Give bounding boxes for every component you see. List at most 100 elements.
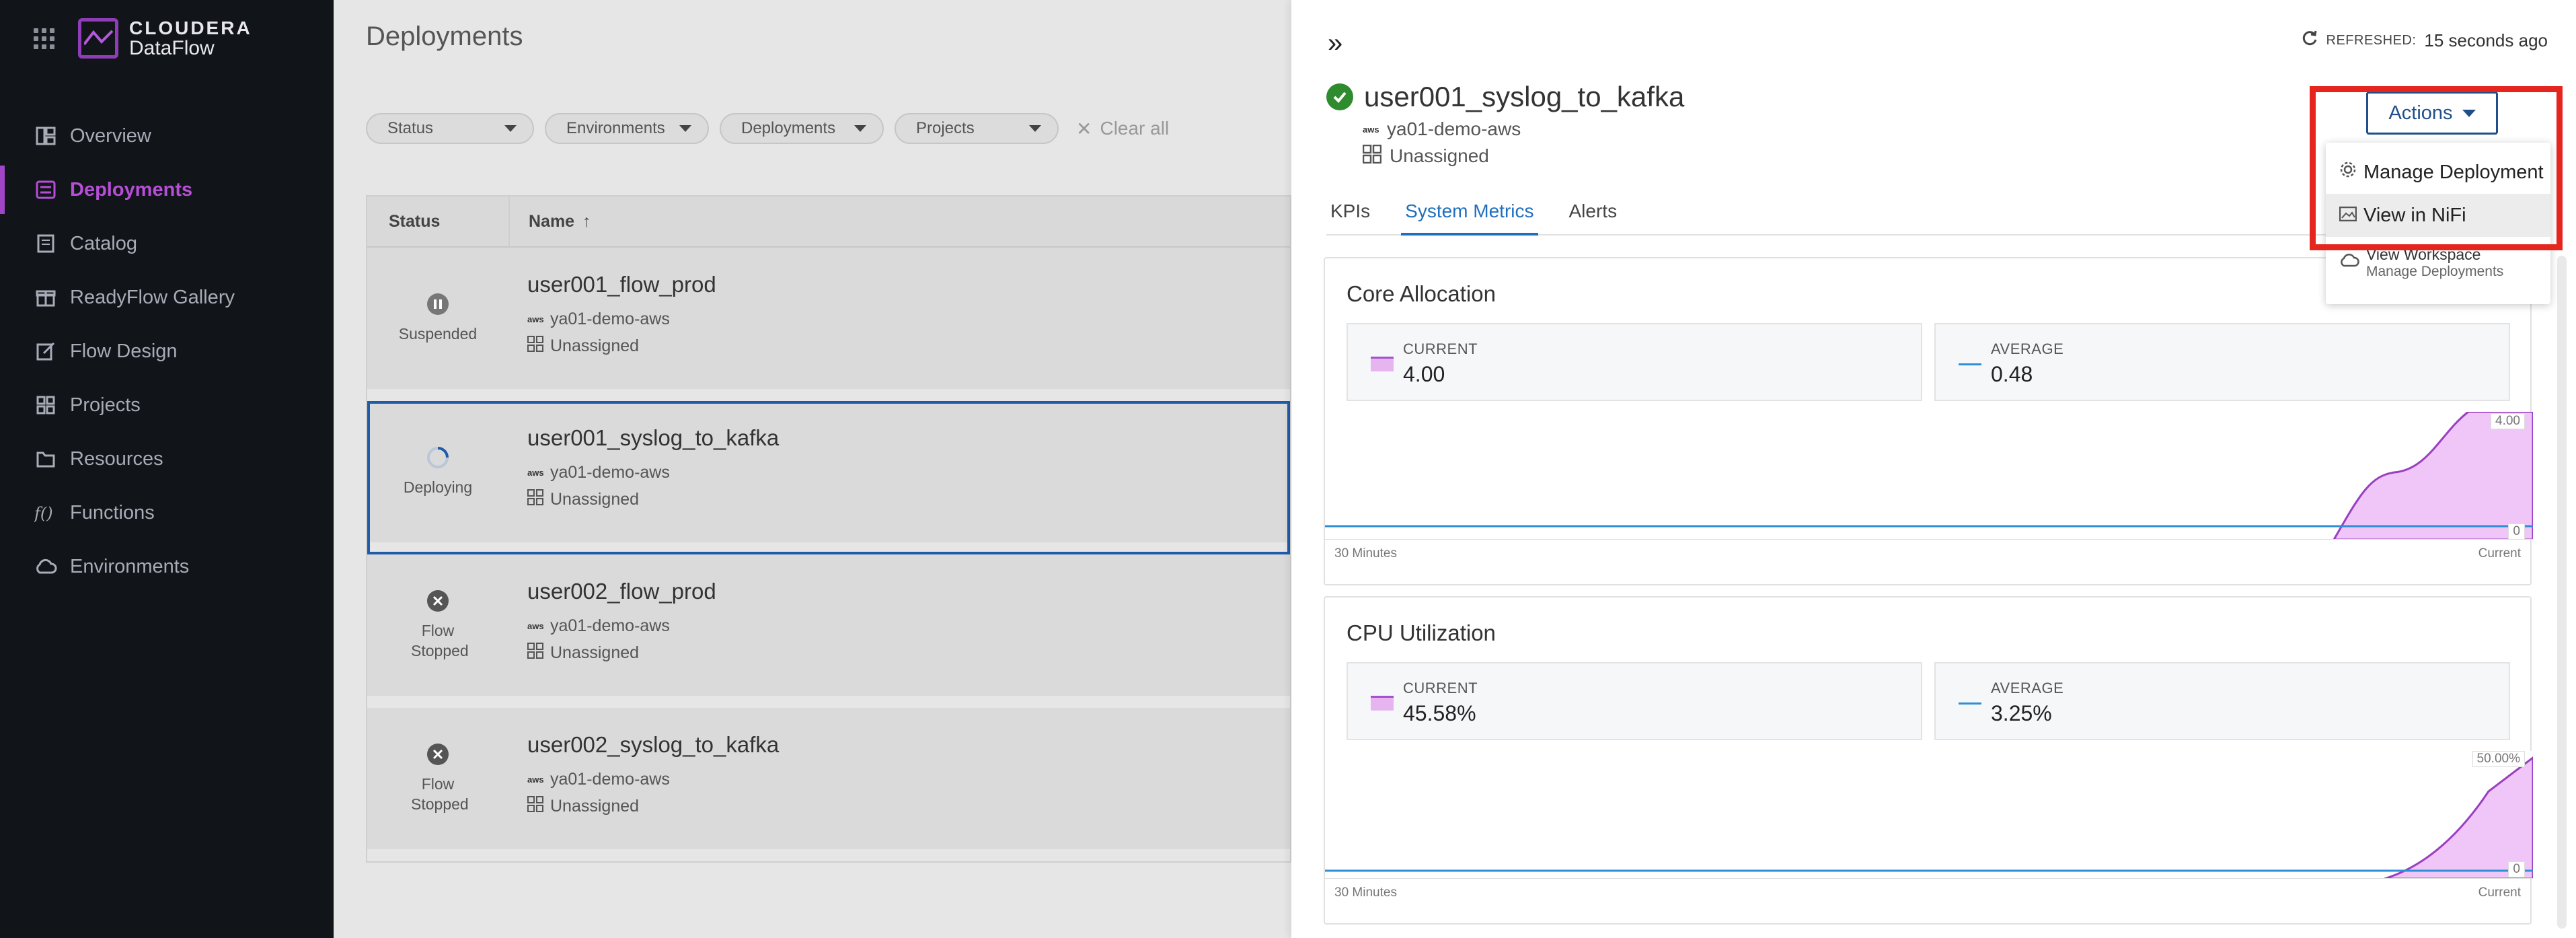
status-text: Flow Stopped	[411, 775, 469, 813]
highlight-annotation	[2310, 86, 2563, 250]
stat-value: 4.00	[1403, 362, 1445, 386]
chart-max-label: 50.00%	[2472, 751, 2525, 767]
refresh-icon[interactable]	[2301, 30, 2318, 52]
deployments-table: Status Name ↑ Suspended user001_flow_prod…	[366, 195, 1291, 863]
resources-icon	[34, 447, 58, 471]
svg-text:f(): f()	[34, 504, 53, 523]
column-header-name[interactable]: Name ↑	[508, 196, 591, 246]
sidebar-item-label: Functions	[70, 501, 155, 524]
filter-deployments[interactable]: Deployments	[720, 113, 884, 144]
sidebar-item-projects[interactable]: Projects	[0, 378, 334, 432]
project-icon	[527, 795, 543, 817]
aws-icon: aws	[527, 314, 544, 324]
sidebar-item-label: Catalog	[70, 232, 137, 254]
sidebar-item-overview[interactable]: Overview	[0, 109, 334, 163]
project-icon	[527, 642, 543, 663]
stat-value: 0.48	[1991, 362, 2033, 386]
filter-label: Status	[387, 119, 434, 137]
status-text: Flow Stopped	[411, 622, 469, 659]
overview-icon	[34, 124, 58, 148]
metric-title: Core Allocation	[1347, 281, 1496, 306]
scrollbar[interactable]	[2557, 256, 2567, 929]
status-cell: Deploying	[367, 401, 508, 542]
stat-label: AVERAGE	[1991, 340, 2064, 357]
chart-min-label: 0	[2508, 524, 2525, 540]
sidebar-item-readyflow-gallery[interactable]: ReadyFlow Gallery	[0, 270, 334, 324]
deployment-name: user001_flow_prod	[527, 272, 716, 297]
sidebar-item-flow-design[interactable]: Flow Design	[0, 324, 334, 378]
project-icon	[1362, 144, 1382, 168]
clear-all-button[interactable]: ✕ Clear all	[1076, 118, 1169, 140]
deployment-meta: aws ya01-demo-aws Unassigned	[1362, 116, 1521, 170]
filter-status[interactable]: Status	[366, 113, 534, 144]
deployment-title: user001_syslog_to_kafka	[1364, 81, 1685, 112]
project-name: Unassigned	[550, 489, 640, 509]
stat-label: CURRENT	[1403, 340, 1478, 357]
caret-down-icon	[679, 125, 691, 132]
project-name: Unassigned	[550, 643, 640, 662]
sidebar-item-environments[interactable]: Environments	[0, 540, 334, 593]
tab-system-metrics[interactable]: System Metrics	[1401, 195, 1538, 236]
table-row[interactable]: Suspended user001_flow_prod aws ya01-demo…	[367, 248, 1290, 401]
sidebar-item-catalog[interactable]: Catalog	[0, 217, 334, 270]
metric-card-cpu-utilization: CPU Utilization CURRENT 45.58% AVERAGE 3…	[1324, 596, 2533, 925]
filter-label: Projects	[916, 119, 975, 137]
filter-projects[interactable]: Projects	[895, 113, 1059, 144]
chart-x-end: Current	[2478, 886, 2521, 900]
deployments-page: Deployments Status Environments Deployme…	[334, 0, 1291, 938]
table-row[interactable]: Flow Stopped user002_flow_prod aws ya01-d…	[367, 554, 1290, 708]
table-row[interactable]: Deploying user001_syslog_to_kafka aws ya0…	[367, 401, 1290, 554]
sidebar-item-functions[interactable]: f() Functions	[0, 486, 334, 540]
status-text: Suspended	[398, 325, 478, 343]
sidebar-item-resources[interactable]: Resources	[0, 432, 334, 486]
chart-min-label: 0	[2508, 861, 2525, 877]
stopped-icon	[426, 589, 450, 613]
status-cell: Suspended	[367, 248, 508, 389]
environment-name: ya01-demo-aws	[550, 309, 670, 328]
refreshed-value: 15 seconds ago	[2424, 30, 2548, 50]
area-legend-swatch	[1371, 357, 1394, 371]
sidebar-item-label: Resources	[70, 447, 163, 470]
column-header-status[interactable]: Status	[367, 212, 508, 231]
area-legend-swatch	[1371, 696, 1394, 711]
chart-x-start: 30 Minutes	[1334, 546, 1397, 561]
status-cell: Flow Stopped	[367, 554, 508, 696]
sidebar-item-deployments[interactable]: Deployments	[0, 163, 334, 217]
aws-icon: aws	[527, 774, 544, 785]
sidebar-item-label: Overview	[70, 124, 151, 147]
brand-name: CLOUDERA	[129, 17, 252, 38]
stat-average: AVERAGE 0.48	[1934, 323, 2510, 401]
collapse-panel-icon[interactable]: »	[1328, 28, 1342, 59]
projects-icon	[34, 393, 58, 417]
deployments-icon	[34, 178, 58, 202]
sidebar-item-label: Environments	[70, 555, 190, 577]
app-switcher-icon[interactable]	[34, 28, 54, 49]
dataflow-logo-icon	[78, 18, 118, 59]
metric-chart: 50.00% 0	[1325, 751, 2533, 879]
caret-down-icon	[854, 125, 866, 132]
filter-label: Environments	[566, 119, 665, 137]
column-header-label: Name	[529, 211, 575, 231]
pause-icon	[426, 292, 450, 316]
table-row[interactable]: Flow Stopped user002_syslog_to_kafka aws…	[367, 708, 1290, 861]
caret-down-icon	[504, 125, 517, 132]
sidebar-nav: Overview Deployments Catalog ReadyFlow G…	[0, 109, 334, 593]
stopped-icon	[426, 742, 450, 766]
tab-alerts[interactable]: Alerts	[1565, 195, 1622, 236]
spinner-icon	[426, 445, 450, 470]
stat-label: CURRENT	[1403, 680, 1478, 696]
project-name: Unassigned	[550, 336, 640, 355]
aws-icon: aws	[527, 467, 544, 478]
status-cell: Flow Stopped	[367, 708, 508, 849]
refreshed-label: REFRESHED:	[2326, 33, 2417, 48]
sort-up-icon: ↑	[582, 211, 591, 231]
chart-max-label: 4.00	[2491, 413, 2525, 429]
deployment-detail-panel: » REFRESHED: 15 seconds ago user001_sysl…	[1291, 0, 2576, 938]
stat-value: 45.58%	[1403, 701, 1476, 725]
sidebar-item-label: Deployments	[70, 178, 193, 201]
filter-environments[interactable]: Environments	[545, 113, 709, 144]
environment-name: ya01-demo-aws	[550, 462, 670, 482]
cloud-icon	[2339, 251, 2359, 274]
tab-kpis[interactable]: KPIs	[1326, 195, 1374, 236]
environment-name: ya01-demo-aws	[550, 769, 670, 789]
